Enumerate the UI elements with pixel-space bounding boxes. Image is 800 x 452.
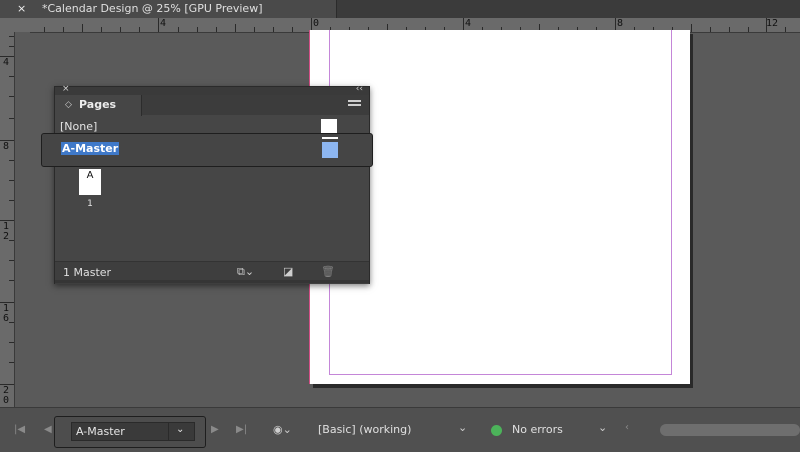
first-page-icon[interactable]: |◀ <box>14 424 25 435</box>
ruler-label: 8 <box>2 141 10 152</box>
page-master-value: A-Master <box>76 425 125 438</box>
panel-titlebar[interactable]: × ‹‹ <box>55 84 369 95</box>
panel-resize-grip[interactable] <box>55 280 369 283</box>
ruler-label: 1 6 <box>2 303 10 324</box>
tab-pages-label: Pages <box>79 98 117 111</box>
scroll-left-icon[interactable]: ‹ <box>625 422 629 433</box>
page-1-number: 1 <box>87 199 93 209</box>
preflight-profile-label[interactable]: [Basic] (working) <box>318 423 411 436</box>
errors-chevron-down-icon[interactable]: ⌄ <box>598 421 607 434</box>
master-selector-highlight: A-Master ⌄ <box>54 416 206 448</box>
ruler-label: 0 <box>313 18 320 29</box>
document-tab[interactable]: × *Calendar Design @ 25% [GPU Preview] <box>0 0 337 18</box>
panel-menu-icon[interactable] <box>348 100 361 109</box>
vertical-ruler[interactable]: 4 8 1 2 1 6 2 0 <box>0 32 15 407</box>
close-panel-icon[interactable]: × <box>62 84 70 94</box>
page-count-label: 1 Master <box>63 266 112 279</box>
page-master-dropdown[interactable]: A-Master ⌄ <box>71 422 195 441</box>
master-none-thumbnail[interactable] <box>321 119 337 133</box>
page-master-prefix: A <box>86 170 94 181</box>
margin-guides <box>329 30 672 375</box>
document-tab-bar: × *Calendar Design @ 25% [GPU Preview] <box>0 0 800 18</box>
ruler-corner[interactable] <box>0 18 30 32</box>
edit-page-size-icon[interactable]: ⧉⌄ <box>237 265 254 279</box>
pages-panel[interactable]: × ‹‹ ◇ Pages [None] A-Master A 1 1 Maste… <box>41 84 373 284</box>
tab-toggle-icon[interactable]: ◇ <box>65 100 72 110</box>
chevron-down-icon[interactable]: ⌄ <box>176 424 184 435</box>
next-page-icon[interactable]: ▶ <box>211 424 219 435</box>
document-tab-title: *Calendar Design @ 25% [GPU Preview] <box>42 2 263 15</box>
status-bar: |◀ ◀ A-Master ⌄ ▶ ▶| ◉⌄ [Basic] (working… <box>0 407 800 452</box>
master-a-row[interactable]: A-Master <box>41 133 373 167</box>
collapse-panel-icon[interactable]: ‹‹ <box>356 84 363 94</box>
master-a-label[interactable]: A-Master <box>61 142 120 155</box>
ruler-label: 4 <box>160 18 167 29</box>
ruler-label: 1 2 <box>2 221 10 242</box>
master-a-thumbnail[interactable] <box>322 142 338 158</box>
preflight-toggle-icon[interactable]: ◉⌄ <box>273 423 292 436</box>
ruler-label: 2 0 <box>2 385 10 406</box>
master-a-thumbnail-edge <box>322 137 338 139</box>
ruler-label: 8 <box>617 18 624 29</box>
previous-page-icon[interactable]: ◀ <box>44 424 52 435</box>
page-1-thumbnail[interactable]: A <box>79 169 101 195</box>
ruler-label: 4 <box>465 18 472 29</box>
tab-pages[interactable]: ◇ Pages <box>55 95 142 116</box>
trash-icon[interactable]: 🗑 <box>321 265 335 278</box>
horizontal-scrollbar[interactable] <box>660 424 800 436</box>
preflight-status-label: No errors <box>512 423 563 436</box>
new-page-icon[interactable]: ◪ <box>283 265 293 278</box>
panel-tab-strip: ◇ Pages <box>55 95 369 116</box>
close-tab-icon[interactable]: × <box>17 2 26 15</box>
last-page-icon[interactable]: ▶| <box>236 424 247 435</box>
master-none-label: [None] <box>60 120 98 133</box>
ruler-label: 4 <box>2 57 10 68</box>
preflight-status-icon <box>491 425 502 436</box>
ruler-label: 12 <box>766 18 779 29</box>
profile-chevron-down-icon[interactable]: ⌄ <box>458 421 467 434</box>
